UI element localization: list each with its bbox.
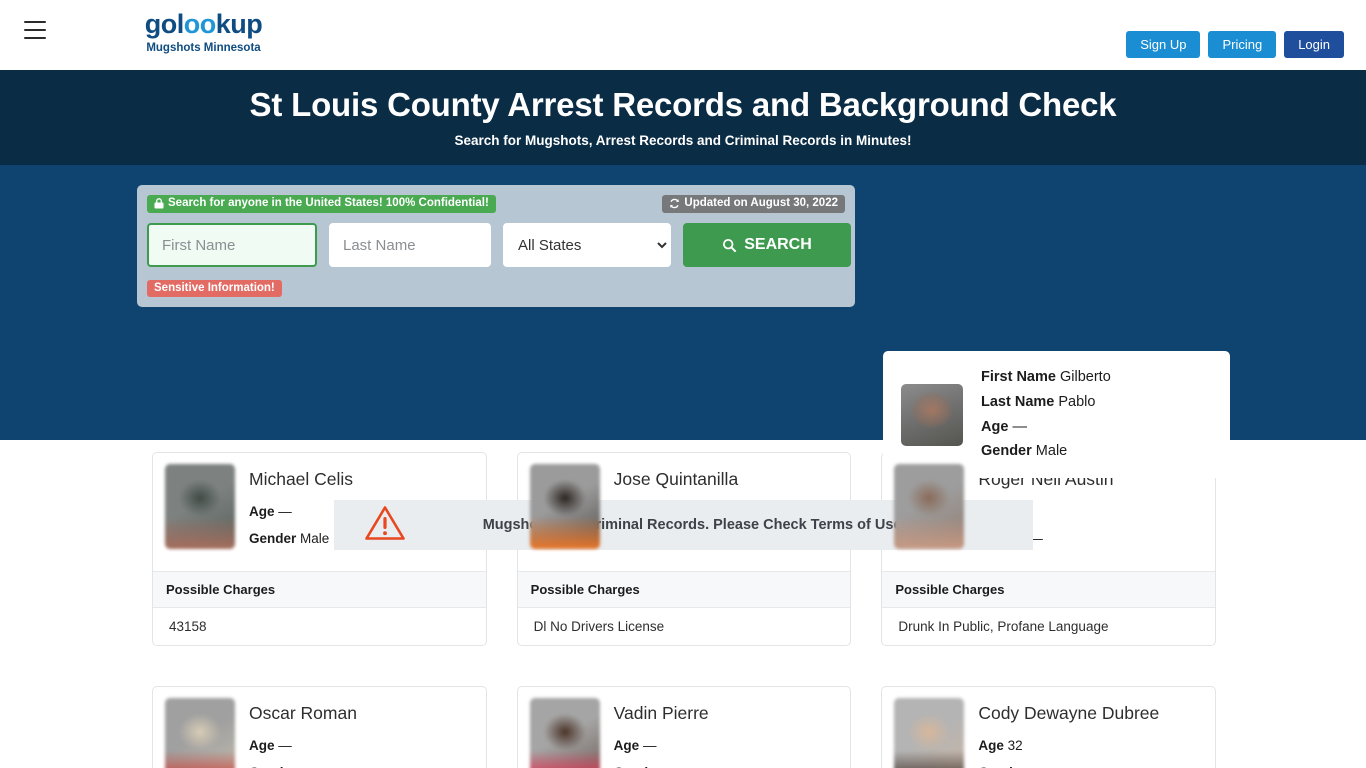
- record-card[interactable]: Cody Dewayne DubreeAge 32Gender —: [881, 685, 1216, 768]
- search-panel: Search for anyone in the United States! …: [137, 185, 855, 307]
- featured-gender-row: Gender Male: [981, 439, 1111, 464]
- refresh-icon: [670, 198, 680, 209]
- logo-wordmark: golookup: [137, 11, 270, 38]
- possible-charges-header: Possible Charges: [882, 570, 1215, 607]
- featured-record-card[interactable]: First Name Gilberto Last Name Pablo Age …: [883, 351, 1230, 478]
- featured-age-row: Age —: [981, 415, 1111, 440]
- nav-action-buttons: Sign Up Pricing Login: [1126, 31, 1344, 58]
- hamburger-bar: [24, 37, 46, 39]
- record-mugshot-thumbnail: [165, 464, 235, 549]
- possible-charges-value: 43158: [153, 606, 486, 645]
- lock-icon: [154, 198, 164, 209]
- record-name: Jose Quintanilla: [613, 469, 739, 489]
- record-mugshot-thumbnail: [894, 697, 965, 768]
- warning-triangle-icon: [364, 504, 406, 547]
- featured-age-value: —: [1012, 418, 1027, 435]
- last-name-input[interactable]: [329, 223, 491, 267]
- updated-badge-text: Updated on August 30, 2022: [684, 197, 838, 209]
- confidential-badge: Search for anyone in the United States! …: [147, 195, 496, 213]
- possible-charges-header: Possible Charges: [517, 570, 851, 607]
- search-button-label: SEARCH: [744, 236, 812, 253]
- possible-charges-header: Possible Charges: [153, 570, 486, 607]
- featured-last-name-value: Pablo: [1058, 393, 1096, 410]
- record-age-row: Age —: [613, 738, 709, 754]
- sign-up-button[interactable]: Sign Up: [1126, 31, 1201, 58]
- search-section: Search for anyone in the United States! …: [0, 165, 1366, 550]
- site-logo[interactable]: golookup Mugshots Minnesota: [137, 11, 270, 55]
- featured-gender-value: Male: [1035, 443, 1068, 460]
- featured-age-label: Age: [981, 418, 1009, 435]
- search-submit-button[interactable]: SEARCH: [683, 223, 851, 267]
- record-age-label: Age: [249, 504, 275, 520]
- record-card[interactable]: Vadin PierreAge —Gender —: [516, 685, 852, 768]
- record-mugshot-thumbnail: [529, 697, 600, 768]
- possible-charges-value: Dl No Drivers License: [517, 606, 851, 645]
- confidential-badge-text: Search for anyone in the United States! …: [168, 197, 489, 209]
- record-name: Michael Celis: [249, 469, 354, 489]
- hamburger-bar: [24, 21, 46, 23]
- record-age-label: Age: [613, 738, 640, 754]
- hamburger-bar: [24, 29, 46, 31]
- record-age-value: —: [278, 738, 292, 754]
- record-info: Cody Dewayne DubreeAge 32Gender —: [978, 698, 1159, 768]
- record-name: Vadin Pierre: [613, 702, 709, 723]
- record-info: Oscar RomanAge —Gender —: [249, 698, 357, 768]
- logo-text-part1: gol: [144, 9, 185, 39]
- record-age-label: Age: [249, 738, 275, 754]
- pricing-button[interactable]: Pricing: [1208, 31, 1277, 58]
- magnifier-icon: [723, 238, 737, 252]
- featured-last-name-row: Last Name Pablo: [981, 390, 1111, 415]
- featured-last-name-label: Last Name: [981, 393, 1055, 410]
- logo-text-part2: kup: [215, 9, 263, 39]
- record-info: Vadin PierreAge —Gender —: [614, 698, 709, 768]
- record-card[interactable]: Oscar RomanAge —Gender —: [152, 685, 487, 768]
- featured-record-details: First Name Gilberto Last Name Pablo Age …: [981, 365, 1111, 465]
- sensitive-information-badge: Sensitive Information!: [147, 279, 282, 297]
- featured-gender-label: Gender: [981, 443, 1032, 460]
- record-card-header: Vadin PierreAge —Gender —: [518, 687, 851, 768]
- featured-mugshot-thumbnail: [901, 383, 963, 446]
- record-name: Cody Dewayne Dubree: [978, 702, 1160, 723]
- possible-charges-value: Drunk In Public, Profane Language: [882, 606, 1215, 645]
- record-name: Oscar Roman: [249, 702, 357, 723]
- state-select[interactable]: All States: [503, 223, 671, 267]
- record-mugshot-thumbnail: [894, 464, 965, 549]
- record-age-value: 32: [1007, 738, 1023, 754]
- record-age-label: Age: [978, 738, 1004, 754]
- updated-badge: Updated on August 30, 2022: [662, 195, 845, 213]
- logo-text-oo: oo: [183, 9, 217, 39]
- featured-first-name-value: Gilberto: [1059, 368, 1111, 385]
- page-subtitle: Search for Mugshots, Arrest Records and …: [454, 132, 912, 148]
- logo-tagline: Mugshots Minnesota: [146, 42, 261, 54]
- record-mugshot-thumbnail: [529, 464, 600, 549]
- record-gender-value: Male: [300, 531, 330, 547]
- record-card[interactable]: Roger Neil AustinAge —Gender —Possible C…: [881, 452, 1216, 646]
- hamburger-menu-icon[interactable]: [24, 21, 46, 39]
- record-age-row: Age 32: [978, 738, 1159, 754]
- record-gender-label: Gender: [249, 531, 297, 547]
- record-age-value: —: [642, 738, 657, 754]
- record-card-header: Oscar RomanAge —Gender —: [153, 687, 486, 768]
- first-name-input[interactable]: [147, 223, 317, 267]
- record-age-value: —: [278, 504, 292, 520]
- featured-first-name-label: First Name: [981, 368, 1056, 385]
- featured-first-name-row: First Name Gilberto: [981, 365, 1111, 390]
- record-age-row: Age —: [249, 738, 357, 754]
- page-title: St Louis County Arrest Records and Backg…: [249, 86, 1117, 124]
- search-badge-row: Search for anyone in the United States! …: [147, 195, 845, 213]
- login-button[interactable]: Login: [1284, 31, 1344, 58]
- records-grid: Michael Celis Age — Gender Male Possible Ch…: [0, 440, 1366, 768]
- search-form: All States SEARCH: [147, 223, 851, 267]
- hero-title-band: St Louis County Arrest Records and Backg…: [0, 70, 1366, 165]
- record-mugshot-thumbnail: [165, 697, 235, 768]
- top-navigation-bar: golookup Mugshots Minnesota Sign Up Pric…: [0, 0, 1366, 70]
- record-card-header: Cody Dewayne DubreeAge 32Gender —: [882, 687, 1215, 768]
